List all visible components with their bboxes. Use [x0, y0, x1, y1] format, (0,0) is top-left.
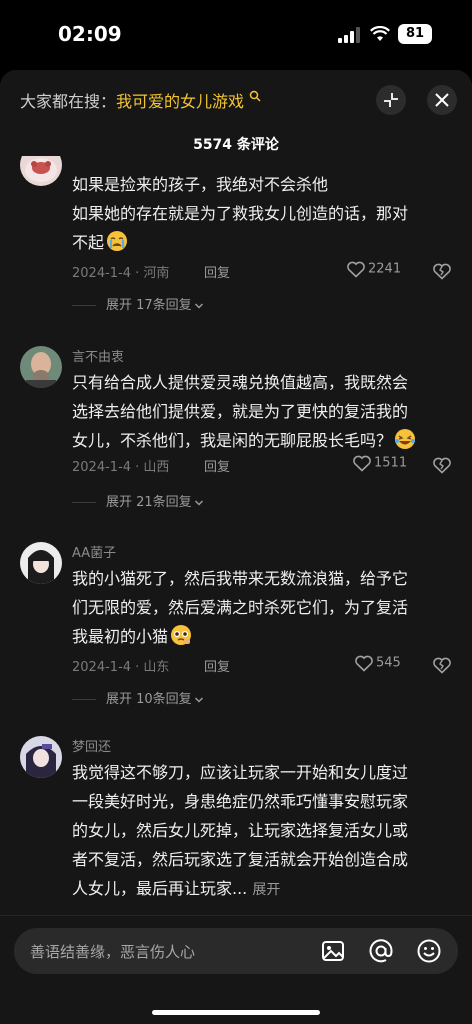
comment-date-location: 2024-1-4 · 山西 — [72, 460, 170, 475]
heart-icon — [355, 655, 373, 672]
status-bar: 02:09 81 — [0, 0, 472, 70]
comment-date-location: 2024-1-4 · 河南 — [72, 266, 170, 281]
like-count: 1511 — [374, 455, 408, 471]
expand-replies-button[interactable]: 展开 10条回复 — [72, 688, 204, 707]
home-indicator[interactable] — [152, 1010, 320, 1015]
wifi-icon — [370, 26, 390, 41]
divider — [72, 699, 96, 700]
chevron-down-icon — [194, 499, 203, 506]
image-icon[interactable] — [320, 938, 346, 964]
like-button[interactable]: 2241 — [346, 260, 401, 278]
comment-text: 如果是捡来的孩子，我绝对不会杀他 如果她的存在就是为了救我女儿创造的话，那对 不… — [72, 175, 409, 252]
comment-list[interactable]: 如果是捡来的孩子，我绝对不会杀他 如果她的存在就是为了救我女儿创造的话，那对 不… — [0, 156, 472, 916]
dislike-icon[interactable] — [432, 655, 452, 675]
close-button[interactable] — [427, 85, 457, 115]
comment-count: 5574 条评论 — [193, 137, 279, 153]
like-button[interactable]: 545 — [354, 654, 401, 672]
expand-replies-button[interactable]: 展开 17条回复 — [72, 294, 204, 313]
divider — [72, 305, 96, 306]
search-icon — [249, 90, 261, 102]
avatar-image — [20, 346, 62, 388]
collapse-icon — [384, 93, 398, 107]
divider — [72, 502, 96, 503]
pleading-face-emoji-icon — [171, 625, 192, 645]
comment-text: 只有给合成人提供爱灵魂兑换值越高，我既然会 选择去给他们提供爱，就是为了更快的复… — [72, 368, 454, 455]
comment-text: 我的小猫死了，然后我带来无数流浪猫，给予它 们无限的爱，然后爱满之时杀死它们，为… — [72, 569, 409, 646]
reply-button[interactable]: 回复 — [204, 656, 230, 675]
chevron-down-icon — [194, 696, 203, 703]
emoji-icon[interactable] — [416, 938, 442, 964]
comment-text: 我觉得这不够刀，应该让玩家一开始和女儿度过 一段美好时光，身患绝症仍然乖巧懂事安… — [72, 763, 409, 898]
dislike-icon[interactable] — [432, 455, 452, 475]
comment-input-bar: 善语结善缘，恶言伤人心 — [0, 915, 472, 1024]
status-time: 02:09 — [58, 22, 122, 46]
mention-icon[interactable] — [368, 938, 394, 964]
avatar[interactable] — [20, 156, 62, 186]
like-count: 2241 — [368, 261, 402, 277]
battery-indicator: 81 — [398, 24, 432, 44]
expand-text-link[interactable]: 展开 — [252, 882, 280, 898]
close-icon — [435, 93, 449, 107]
avatar[interactable] — [20, 346, 62, 388]
collapse-button[interactable] — [376, 85, 406, 115]
heart-icon — [353, 455, 371, 472]
expand-replies-button[interactable]: 展开 21条回复 — [72, 491, 204, 510]
dislike-icon[interactable] — [432, 261, 452, 281]
comment-username[interactable]: 梦回还 — [72, 736, 111, 755]
heart-icon — [347, 261, 365, 278]
avatar[interactable] — [20, 736, 62, 778]
like-button[interactable]: 1511 — [352, 454, 407, 472]
comment-input-placeholder: 善语结善缘，恶言伤人心 — [30, 943, 196, 961]
avatar[interactable] — [20, 542, 62, 584]
avatar-image — [20, 542, 62, 584]
avatar-image — [20, 736, 62, 778]
cellular-signal-icon — [338, 27, 360, 43]
chevron-down-icon — [194, 302, 203, 309]
avatar-image — [20, 156, 62, 186]
search-suggestion[interactable]: 大家都在搜：我可爱的女儿游戏 — [20, 88, 360, 112]
comment-date-location: 2024-1-4 · 山东 — [72, 660, 170, 675]
comment-input[interactable]: 善语结善缘，恶言伤人心 — [14, 928, 458, 974]
like-count: 545 — [376, 655, 401, 671]
comment-username[interactable]: AA菌子 — [72, 542, 116, 561]
reply-button[interactable]: 回复 — [204, 456, 230, 475]
search-term[interactable]: 我可爱的女儿游戏 — [116, 92, 244, 111]
comment-username[interactable]: 言不由衷 — [72, 346, 124, 365]
comment-sheet: 大家都在搜：我可爱的女儿游戏 5574 条评论 如果是捡来的孩子，我绝对不会杀他… — [0, 70, 472, 1024]
laughing-face-emoji-icon — [395, 429, 416, 449]
reply-button[interactable]: 回复 — [204, 262, 230, 281]
search-prefix: 大家都在搜： — [20, 92, 117, 111]
crying-face-emoji-icon — [107, 231, 128, 251]
